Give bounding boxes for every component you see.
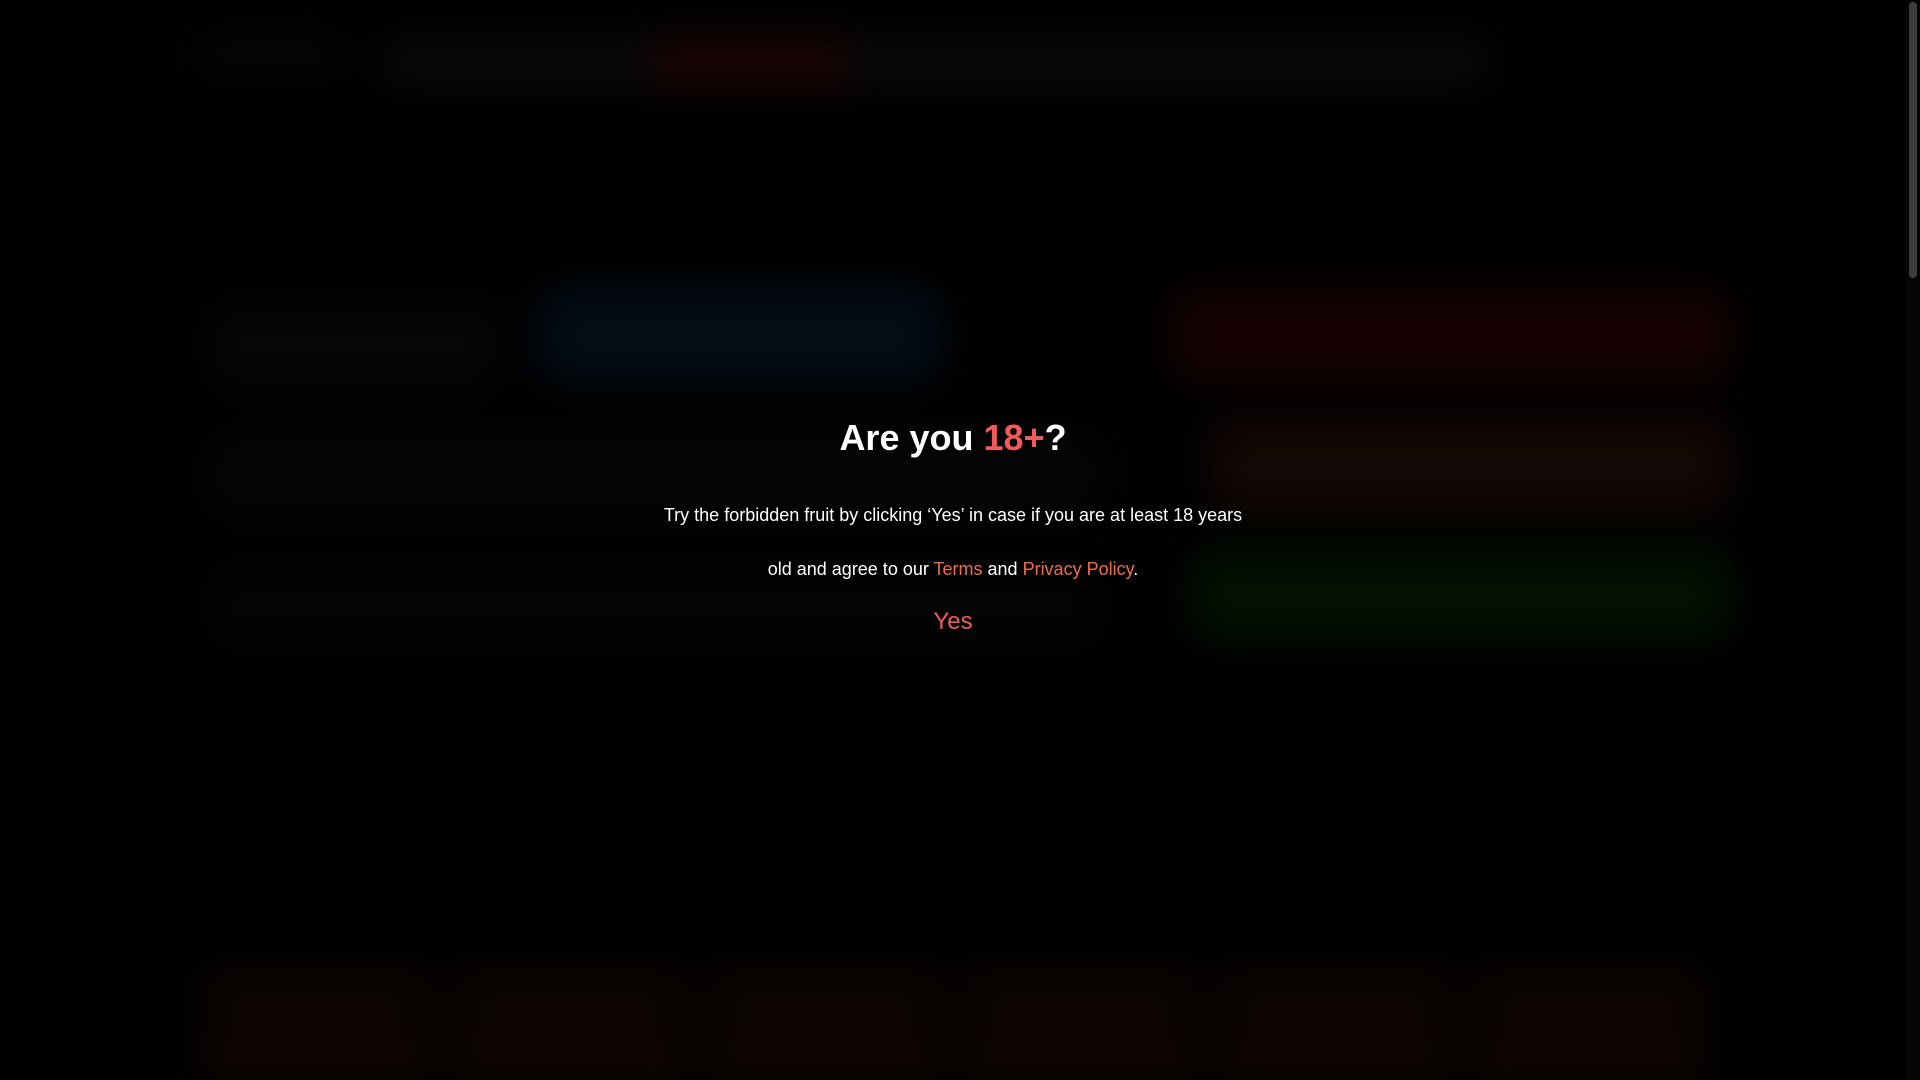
background-card (1215, 960, 1455, 1080)
background-panel (1170, 290, 1730, 380)
age-verification-modal: Are you 18+? Try the forbidden fruit by … (0, 400, 1906, 642)
scrollbar[interactable] (1906, 0, 1920, 1080)
title-prefix: Are you (839, 417, 984, 458)
title-age-accent: 18+ (983, 417, 1045, 458)
background-panel (540, 290, 940, 380)
description-and: and (982, 559, 1023, 579)
background-navbar (380, 38, 1490, 86)
background-card (450, 960, 690, 1080)
background-logo (195, 34, 345, 74)
description-end: . (1133, 559, 1139, 579)
background-card (1470, 960, 1710, 1080)
modal-title: Are you 18+? (0, 416, 1906, 460)
privacy-policy-link[interactable]: Privacy Policy (1023, 559, 1134, 579)
yes-button[interactable]: Yes (919, 602, 986, 642)
terms-link[interactable]: Terms (934, 559, 983, 579)
modal-description: Try the forbidden fruit by clicking ‘Yes… (653, 488, 1253, 596)
background-navbar-highlight (650, 40, 850, 84)
page: Are you 18+? Try the forbidden fruit by … (0, 0, 1920, 1080)
background-card (960, 960, 1200, 1080)
background-card (705, 960, 945, 1080)
title-suffix: ? (1044, 417, 1067, 458)
scrollbar-thumb[interactable] (1909, 2, 1917, 278)
background-panel (205, 300, 505, 390)
background-card (195, 960, 435, 1080)
